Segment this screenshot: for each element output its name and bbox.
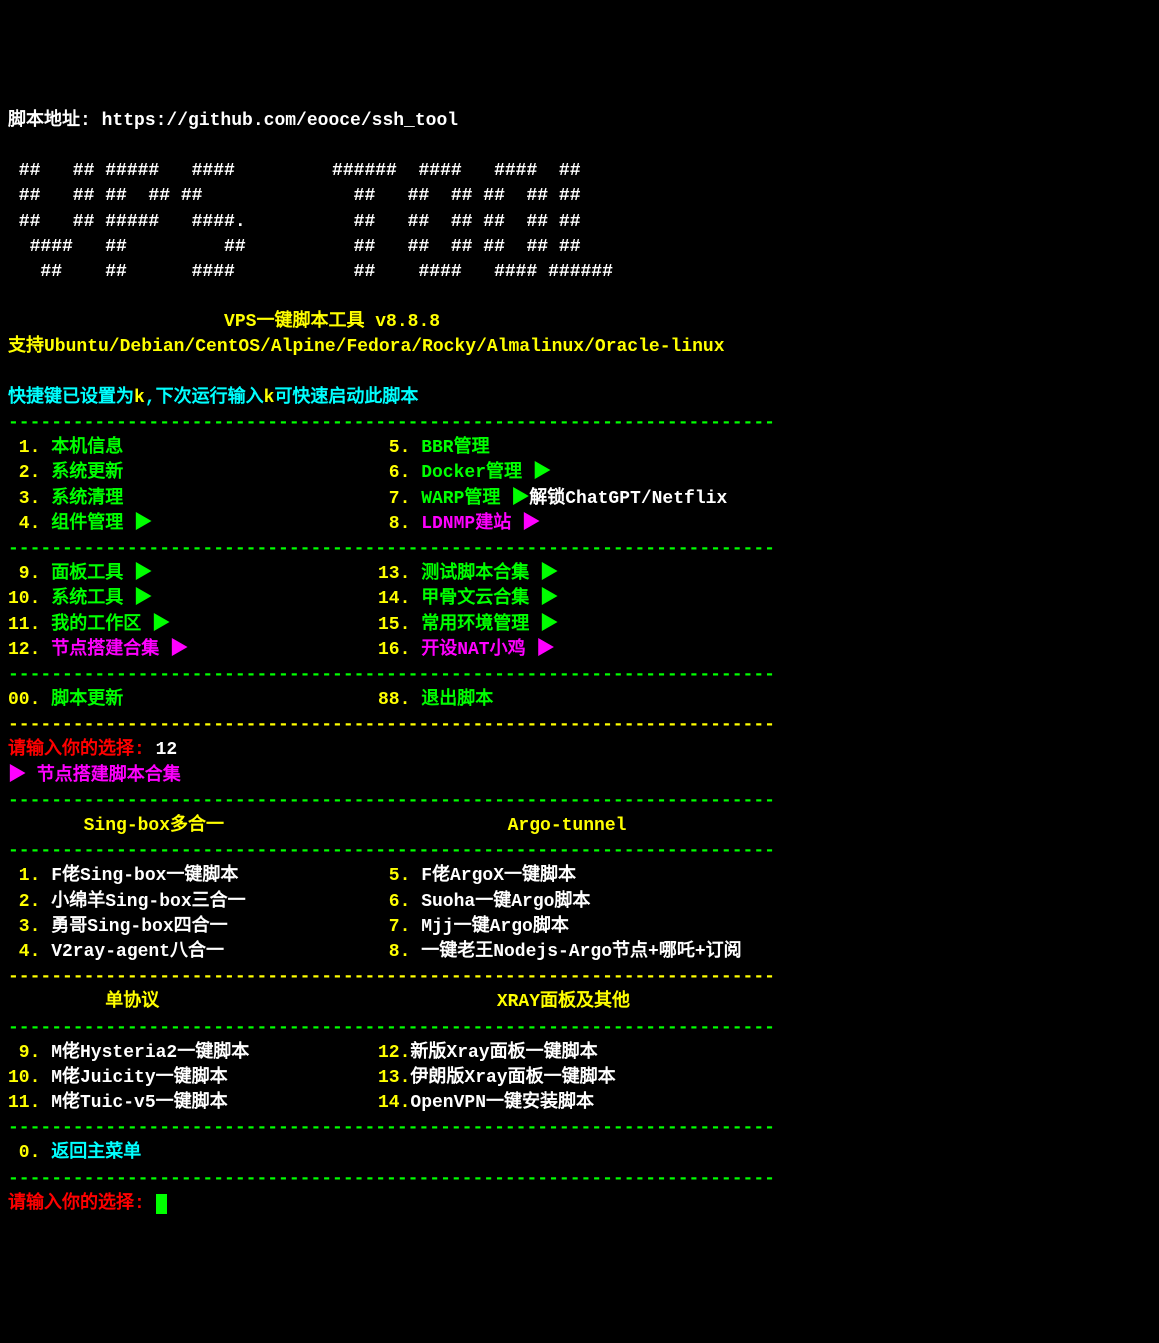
submenu-title: ▶ 节点搭建脚本合集 <box>8 766 181 786</box>
divider: ----------------------------------------… <box>8 1018 775 1038</box>
divider: ----------------------------------------… <box>8 665 775 685</box>
title-line: VPS一键脚本工具 v8.8.8 <box>8 312 440 332</box>
menu-row[interactable]: 2. 系统更新 6. Docker管理 ▶ <box>8 461 1151 486</box>
menu-row[interactable]: 9. 面板工具 ▶13. 测试脚本合集 ▶ <box>8 562 1151 587</box>
hotkey-prefix: 快捷键已设置为 <box>8 388 134 408</box>
divider: ----------------------------------------… <box>8 791 775 811</box>
hotkey-key: k <box>134 388 145 408</box>
menu-row[interactable]: 4. V2ray-agent八合一 8. 一键老王Nodejs-Argo节点+哪… <box>8 940 1151 965</box>
menu-row[interactable]: 3. 勇哥Sing-box四合一 7. Mjj一键Argo脚本 <box>8 915 1151 940</box>
divider: ----------------------------------------… <box>8 413 775 433</box>
hotkey-suffix: 可快速启动此脚本 <box>274 388 418 408</box>
menu-row[interactable]: 10. 系统工具 ▶14. 甲骨文云合集 ▶ <box>8 587 1151 612</box>
menu-row[interactable]: 9. M佬Hysteria2一键脚本12.新版Xray面板一键脚本 <box>8 1041 1151 1066</box>
prompt-label: 请输入你的选择: <box>8 740 156 760</box>
section-header-row: Sing-box多合一 Argo-tunnel <box>8 814 1151 839</box>
url-label: 脚本地址: <box>8 111 102 131</box>
menu-row[interactable]: 11. 我的工作区 ▶15. 常用环境管理 ▶ <box>8 613 1151 638</box>
hotkey-key2: k <box>264 388 275 408</box>
menu-row[interactable]: 1. F佬Sing-box一键脚本 5. F佬ArgoX一键脚本 <box>8 864 1151 889</box>
back-num[interactable]: 0. <box>8 1143 40 1163</box>
divider: ----------------------------------------… <box>8 539 775 559</box>
prompt-input[interactable]: 12 <box>156 740 178 760</box>
menu-row[interactable]: 1. 本机信息 5. BBR管理 <box>8 436 1151 461</box>
divider: ----------------------------------------… <box>8 715 775 735</box>
back-label[interactable]: 返回主菜单 <box>40 1143 141 1163</box>
prompt-label-2: 请输入你的选择: <box>8 1194 156 1214</box>
menu-row[interactable]: 10. M佬Juicity一键脚本13.伊朗版Xray面板一键脚本 <box>8 1066 1151 1091</box>
support-line: 支持Ubuntu/Debian/CentOS/Alpine/Fedora/Roc… <box>8 337 725 357</box>
divider: ----------------------------------------… <box>8 1118 775 1138</box>
menu-row[interactable]: 3. 系统清理 7. WARP管理 ▶解锁ChatGPT/Netflix <box>8 487 1151 512</box>
menu-row[interactable]: 11. M佬Tuic-v5一键脚本14.OpenVPN一键安装脚本 <box>8 1091 1151 1116</box>
divider: ----------------------------------------… <box>8 841 775 861</box>
menu-row[interactable]: 12. 节点搭建合集 ▶16. 开设NAT小鸡 ▶ <box>8 638 1151 663</box>
section-header-row: 单协议 XRAY面板及其他 <box>8 990 1151 1015</box>
divider: ----------------------------------------… <box>8 967 775 987</box>
url-value: https://github.com/eooce/ssh_tool <box>102 111 458 131</box>
menu-row[interactable]: 4. 组件管理 ▶ 8. LDNMP建站 ▶ <box>8 512 1151 537</box>
cursor-icon[interactable] <box>156 1194 167 1214</box>
terminal-output: 脚本地址: https://github.com/eooce/ssh_tool … <box>8 109 1151 1217</box>
menu-row[interactable]: 00. 脚本更新88. 退出脚本 <box>8 688 1151 713</box>
hotkey-mid: ,下次运行输入 <box>145 388 264 408</box>
ascii-banner: ## ## ##### #### ###### #### #### ## ## … <box>8 161 613 282</box>
menu-row[interactable]: 2. 小绵羊Sing-box三合一 6. Suoha一键Argo脚本 <box>8 890 1151 915</box>
divider: ----------------------------------------… <box>8 1169 775 1189</box>
